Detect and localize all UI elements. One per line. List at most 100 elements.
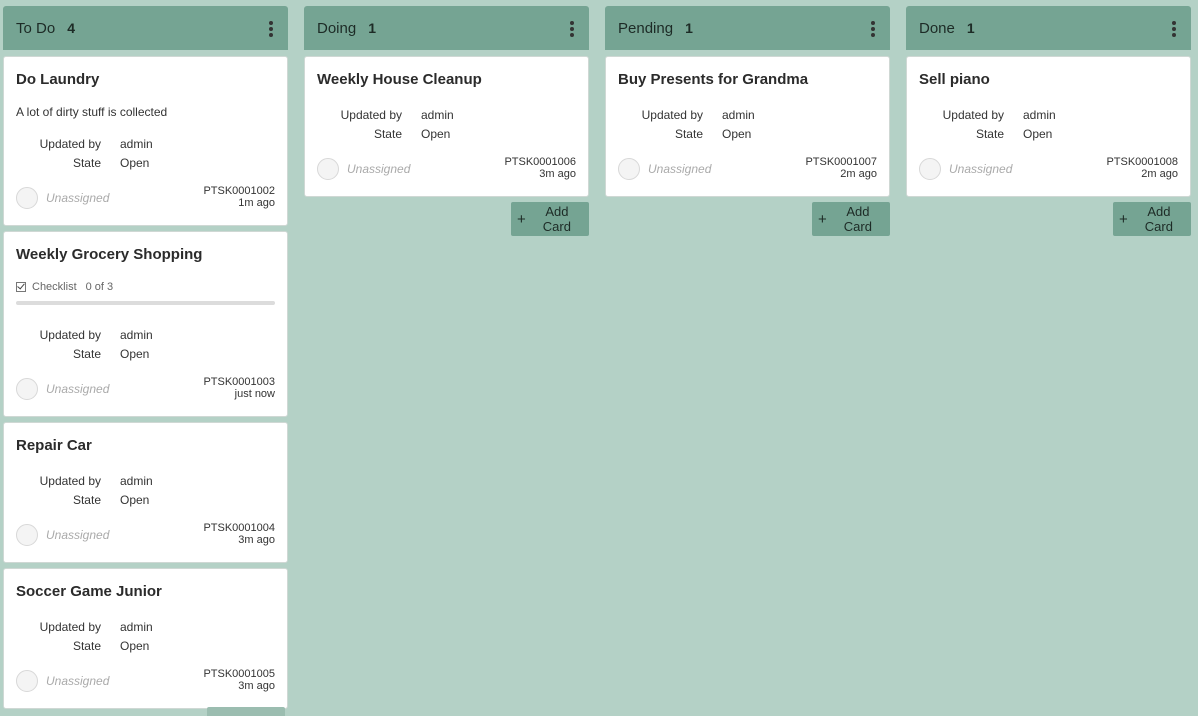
- card-ref: PTSK0001007 2m ago: [805, 156, 877, 180]
- card-number: PTSK0001005: [203, 668, 275, 680]
- card-description: A lot of dirty stuff is collected: [16, 105, 168, 119]
- checklist-label: Checklist: [32, 281, 77, 293]
- updated-by-label: Updated by: [39, 620, 101, 634]
- assignee: Unassigned: [949, 162, 1013, 176]
- card-time: 3m ago: [238, 680, 275, 692]
- card-time: 2m ago: [840, 168, 877, 180]
- card[interactable]: Buy Presents for Grandma Updated by admin…: [605, 56, 890, 197]
- state-label: State: [72, 156, 101, 170]
- lane-todo: To Do 4 Do Laundry A lot of dirty stuff …: [3, 6, 288, 709]
- kebab-menu-icon[interactable]: [569, 21, 575, 37]
- card-title[interactable]: Weekly House Cleanup: [317, 71, 482, 88]
- card-number: PTSK0001008: [1106, 156, 1178, 168]
- avatar-placeholder-icon[interactable]: [16, 187, 38, 209]
- kebab-menu-icon[interactable]: [1171, 21, 1177, 37]
- checklist-count: 0 of 3: [85, 281, 114, 293]
- card-title[interactable]: Repair Car: [16, 437, 92, 454]
- card[interactable]: Soccer Game Junior Updated by admin State…: [3, 568, 288, 709]
- state-label: State: [674, 127, 703, 141]
- state-value: Open: [421, 127, 451, 141]
- lane-header: Done 1: [906, 6, 1191, 50]
- updated-by-value: admin: [120, 328, 153, 342]
- card-footer: Unassigned PTSK0001003 just now: [16, 376, 275, 404]
- card-meta: Updated by admin State Open: [4, 137, 204, 175]
- state-value: Open: [722, 127, 752, 141]
- state-label: State: [72, 347, 101, 361]
- card-ref: PTSK0001008 2m ago: [1106, 156, 1178, 180]
- card-number: PTSK0001006: [504, 156, 576, 168]
- lane-title: Done: [919, 19, 955, 37]
- assignee: Unassigned: [46, 528, 110, 542]
- lane-doing: Doing 1 Weekly House Cleanup Updated by a…: [304, 6, 589, 236]
- lane-title: To Do: [16, 19, 56, 37]
- card-meta: Updated by admin State Open: [305, 108, 505, 146]
- card[interactable]: Weekly House Cleanup Updated by admin Sta…: [304, 56, 589, 197]
- updated-by-value: admin: [1023, 108, 1056, 122]
- card-ref: PTSK0001005 3m ago: [203, 668, 275, 692]
- assignee: Unassigned: [46, 674, 110, 688]
- card-footer: Unassigned PTSK0001005 3m ago: [16, 668, 275, 696]
- card-time: 3m ago: [238, 534, 275, 546]
- lane-count: 4: [67, 20, 75, 36]
- card-footer: Unassigned PTSK0001007 2m ago: [618, 156, 877, 184]
- state-value: Open: [120, 347, 150, 361]
- add-card-button[interactable]: [207, 707, 285, 716]
- avatar-placeholder-icon[interactable]: [16, 378, 38, 400]
- card-title[interactable]: Buy Presents for Grandma: [618, 71, 808, 88]
- card[interactable]: Repair Car Updated by admin State Open Una…: [3, 422, 288, 563]
- card-time: just now: [234, 388, 275, 400]
- state-value: Open: [120, 156, 150, 170]
- card[interactable]: Weekly Grocery Shopping Checklist 0 of 3…: [3, 231, 288, 417]
- assignee: Unassigned: [648, 162, 712, 176]
- assignee: Unassigned: [46, 382, 110, 396]
- updated-by-value: admin: [120, 474, 153, 488]
- add-card-button[interactable]: + Add Card: [812, 202, 890, 236]
- card[interactable]: Do Laundry A lot of dirty stuff is colle…: [3, 56, 288, 226]
- updated-by-value: admin: [120, 137, 153, 151]
- state-label: State: [72, 639, 101, 653]
- kebab-menu-icon[interactable]: [870, 21, 876, 37]
- assignee: Unassigned: [46, 191, 110, 205]
- card-title[interactable]: Sell piano: [919, 71, 990, 88]
- state-value: Open: [120, 493, 150, 507]
- card-time: 1m ago: [238, 197, 275, 209]
- updated-by-label: Updated by: [39, 137, 101, 151]
- updated-by-label: Updated by: [340, 108, 402, 122]
- lane-header: Doing 1: [304, 6, 589, 50]
- card-meta: Updated by admin State Open: [4, 328, 204, 366]
- updated-by-value: admin: [722, 108, 755, 122]
- state-label: State: [373, 127, 402, 141]
- avatar-placeholder-icon[interactable]: [618, 158, 640, 180]
- state-label: State: [975, 127, 1004, 141]
- lane-count: 1: [966, 20, 975, 36]
- card[interactable]: Sell piano Updated by admin State Open Una…: [906, 56, 1191, 197]
- avatar-placeholder-icon[interactable]: [16, 670, 38, 692]
- state-value: Open: [120, 639, 150, 653]
- card-title[interactable]: Weekly Grocery Shopping: [16, 246, 202, 263]
- add-card-button[interactable]: + Add Card: [1113, 202, 1191, 236]
- avatar-placeholder-icon[interactable]: [919, 158, 941, 180]
- card-number: PTSK0001007: [805, 156, 877, 168]
- add-card-label: Add Card: [843, 204, 872, 234]
- avatar-placeholder-icon[interactable]: [317, 158, 339, 180]
- add-card-label: Add Card: [1144, 204, 1173, 234]
- avatar-placeholder-icon[interactable]: [16, 524, 38, 546]
- add-card-button[interactable]: + Add Card: [511, 202, 589, 236]
- card-title[interactable]: Do Laundry: [16, 71, 99, 88]
- card-number: PTSK0001004: [203, 522, 275, 534]
- card-footer: Unassigned PTSK0001006 3m ago: [317, 156, 576, 184]
- card-footer: Unassigned PTSK0001008 2m ago: [919, 156, 1178, 184]
- assignee: Unassigned: [347, 162, 411, 176]
- card-footer: Unassigned PTSK0001002 1m ago: [16, 185, 275, 213]
- kebab-menu-icon[interactable]: [268, 21, 274, 37]
- state-value: Open: [1023, 127, 1053, 141]
- card-title[interactable]: Soccer Game Junior: [16, 583, 162, 600]
- lane-count: 1: [685, 20, 693, 36]
- card-number: PTSK0001003: [203, 376, 275, 388]
- checklist: Checklist 0 of 3: [16, 281, 113, 293]
- lane-title: Doing: [317, 19, 357, 37]
- updated-by-label: Updated by: [942, 108, 1004, 122]
- card-time: 2m ago: [1141, 168, 1178, 180]
- card-meta: Updated by admin State Open: [606, 108, 806, 146]
- lane-header: To Do 4: [3, 6, 288, 50]
